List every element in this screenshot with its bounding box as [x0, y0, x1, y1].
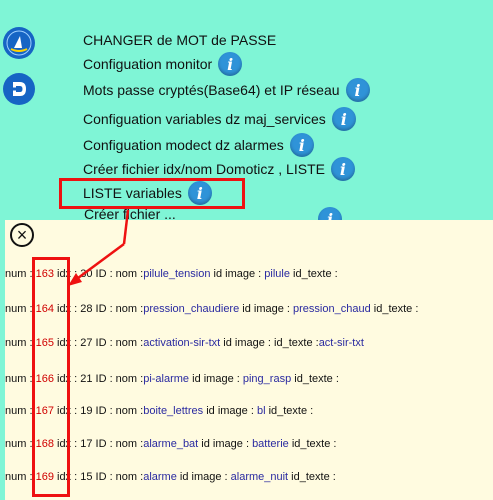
row-id-image-label: id image : — [239, 303, 294, 315]
menu-item-label: Mots passe cryptés(Base64) et IP réseau — [83, 82, 340, 98]
row-id-texte-label: id_texte : — [265, 405, 314, 417]
row-image: ping_rasp — [242, 373, 292, 385]
row-id-image-label: id image : — [210, 268, 265, 280]
row-id-image-label: id image : — [176, 471, 231, 483]
row-id-texte-label: id_texte : — [274, 337, 319, 349]
menu-item-configuation-variables[interactable]: Configuation variables dz maj_services i — [83, 107, 356, 131]
row-image: bl — [256, 405, 266, 417]
menu-item-configuation-modect[interactable]: Configuation modect dz alarmes i — [83, 133, 314, 157]
row-id-texte-label: id_texte : — [289, 268, 338, 280]
row-id-texte-label: id_texte : — [291, 373, 339, 385]
row-id-texte-label: id_texte : — [370, 303, 419, 315]
row-nom: pression_chaudiere — [143, 303, 240, 315]
row-prefix: num : — [5, 373, 36, 385]
menu-item-label: Configuation variables dz maj_services — [83, 111, 326, 127]
row-id-image-label: id image : — [189, 373, 243, 385]
menu-item-label: Configuation modect dz alarmes — [83, 137, 284, 153]
row-nom: activation-sir-txt — [143, 337, 221, 349]
row-nom: pi-alarme — [143, 373, 190, 385]
d-logo-icon[interactable] — [3, 73, 35, 105]
info-icon[interactable]: i — [289, 133, 314, 157]
menu-item-label: CHANGER de MOT de PASSE — [83, 32, 277, 48]
row-nom: boite_lettres — [143, 405, 204, 417]
row-texte: act-sir-txt — [318, 337, 364, 349]
menu-item-label: Configuation monitor — [83, 56, 213, 72]
info-icon[interactable]: i — [331, 107, 356, 131]
info-icon[interactable]: i — [218, 52, 243, 76]
row-image: batterie — [252, 438, 289, 450]
info-icon[interactable]: i — [330, 157, 355, 181]
row-nom: alarme — [143, 471, 177, 483]
row-id-texte-label: id_texte : — [288, 438, 337, 450]
close-icon[interactable]: × — [10, 223, 34, 247]
annotation-highlight-box — [59, 178, 245, 209]
row-prefix: num : — [5, 268, 36, 280]
row-image: alarme_nuit — [230, 471, 289, 483]
row-prefix: num : — [5, 303, 36, 315]
row-id-image-label: id image : — [198, 438, 253, 450]
row-prefix: num : — [5, 337, 36, 349]
variables-popup: × num : 163 idx : 30 ID : nom :pilule_te… — [5, 220, 493, 500]
row-image: pression_chaud — [293, 303, 371, 315]
row-nom: pilule_tension — [143, 268, 211, 280]
menu-item-changer-mot-de-passe[interactable]: CHANGER de MOT de PASSE — [83, 32, 276, 48]
domoticz-logo-icon[interactable] — [3, 27, 35, 59]
row-nom: alarme_bat — [143, 438, 199, 450]
row-id-texte-label: id_texte : — [288, 471, 336, 483]
row-id-image-label: id image : — [203, 405, 257, 417]
menu-item-label: Créer fichier idx/nom Domoticz , LISTE — [83, 161, 325, 177]
info-icon[interactable]: i — [345, 78, 370, 102]
annotation-column-box — [32, 257, 70, 497]
row-prefix: num : — [5, 405, 36, 417]
row-image: pilule — [264, 268, 290, 280]
menu-item-configuation-monitor[interactable]: Configuation monitor i — [83, 52, 243, 76]
row-prefix: num : — [5, 471, 36, 483]
menu-item-mots-passe-cryptes[interactable]: Mots passe cryptés(Base64) et IP réseau … — [83, 78, 370, 102]
row-id-image-label: id image : — [220, 337, 275, 349]
row-prefix: num : — [5, 438, 36, 450]
